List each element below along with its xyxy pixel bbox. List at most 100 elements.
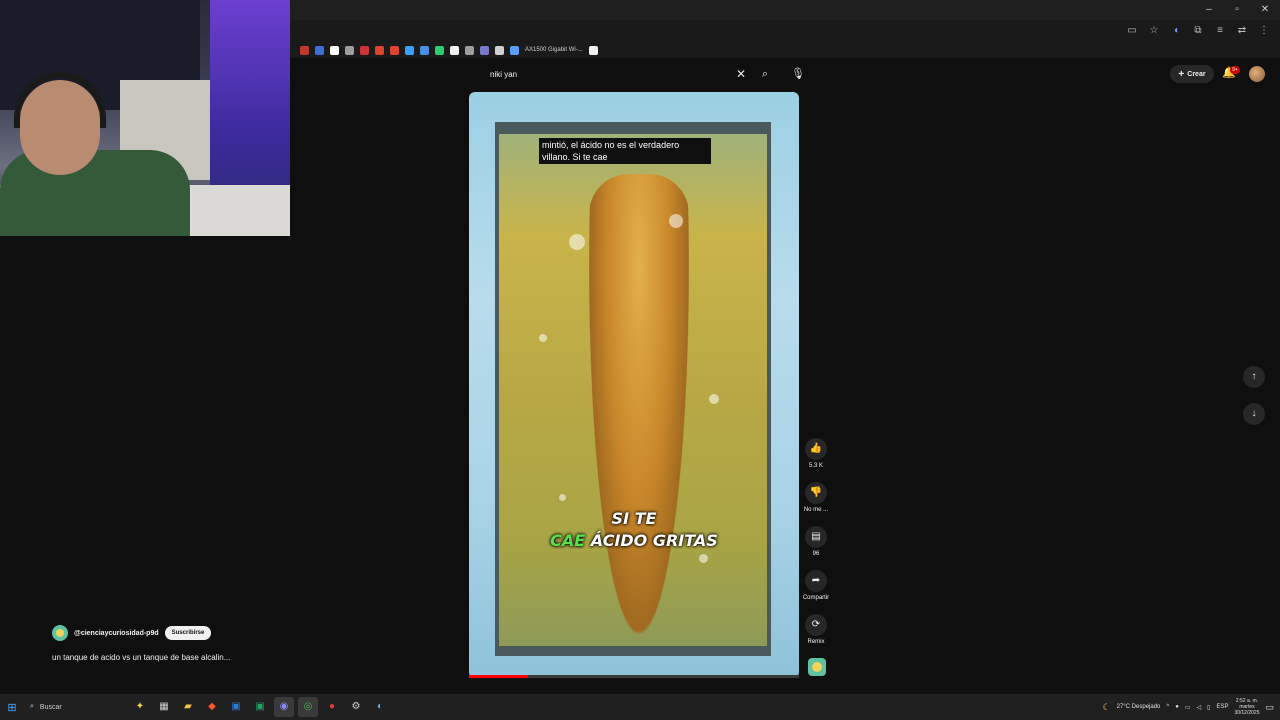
chrome-icon[interactable]: ◎: [298, 697, 318, 717]
taskbar-search-icon: ⌕: [30, 703, 34, 710]
tray-chevron-icon[interactable]: ^: [1166, 704, 1169, 710]
windows-start-icon[interactable]: ⊞: [0, 694, 24, 720]
video-overlay-text: SI TE CAE ÁCIDO GRITAS: [469, 508, 799, 552]
language-indicator[interactable]: ESP: [1216, 704, 1228, 710]
bookmark-favicon[interactable]: [450, 45, 459, 55]
shorts-video-player[interactable]: mintió, el ácido no es el verdadero vill…: [469, 92, 799, 678]
settings-gear-icon[interactable]: ⚙: [346, 697, 366, 717]
bookmark-favicon[interactable]: [588, 45, 598, 55]
share-label: Compartir: [802, 595, 830, 601]
video-bubble: [569, 234, 585, 250]
task-view-icon[interactable]: ▦: [154, 697, 174, 717]
bookmark-router-label[interactable]: AX1500 Gigabit Wi-...: [525, 47, 583, 53]
file-explorer-icon[interactable]: ▰: [178, 697, 198, 717]
battery-tray-icon[interactable]: ▯: [1207, 704, 1210, 711]
video-caption: mintió, el ácido no es el verdadero vill…: [539, 138, 711, 164]
bookmark-favicon[interactable]: [420, 45, 429, 55]
create-button[interactable]: + Crear: [1170, 65, 1214, 83]
webcam-person-body: [0, 150, 190, 236]
clear-search-icon[interactable]: ✕: [734, 67, 748, 81]
clock-date: 30/12/2025: [1234, 710, 1260, 716]
profile-sync-icon[interactable]: ⇄: [1236, 25, 1248, 37]
taskbar-search[interactable]: ⌕ Buscar: [24, 703, 128, 711]
obs-icon[interactable]: ◉: [274, 697, 294, 717]
bookmark-favicon[interactable]: [495, 45, 504, 55]
volume-tray-icon[interactable]: ◁: [1197, 704, 1202, 711]
weather-moon-icon[interactable]: ☾: [1103, 702, 1111, 713]
channel-handle[interactable]: @cienciaycuriosidad-p9d: [74, 630, 159, 637]
bookmark-favicon[interactable]: [405, 45, 414, 55]
video-skeleton-figure: [589, 174, 689, 634]
bookmark-favicon[interactable]: [465, 45, 474, 55]
system-tray: ☾ 27°C Despejado ^ ● ▭ ◁ ▯ ESP 2:52 a. m…: [1103, 694, 1280, 720]
like-action[interactable]: 👍 5.3 K: [800, 438, 832, 469]
bookmark-favicon[interactable]: [360, 45, 369, 55]
channel-avatar[interactable]: [52, 625, 68, 641]
word-icon[interactable]: ▣: [226, 697, 246, 717]
bookmarks-bar: AX1500 Gigabit Wi-...: [290, 42, 1280, 58]
notifications-badge: 9+: [1230, 66, 1240, 74]
media-control-icon[interactable]: ≡: [1214, 25, 1226, 37]
video-bubble: [539, 334, 547, 342]
bookmark-star-icon[interactable]: ☆: [1148, 25, 1160, 37]
taskbar-search-label: Buscar: [39, 703, 62, 711]
bookmark-favicon[interactable]: [315, 45, 324, 55]
video-description[interactable]: un tanque de acido vs un tanque de base …: [52, 653, 230, 662]
comments-action[interactable]: ▤ 96: [800, 526, 832, 557]
video-progress-bar[interactable]: [469, 675, 799, 678]
bookmark-favicon[interactable]: [345, 45, 354, 55]
channel-row: @cienciaycuriosidad-p9d Suscribirse: [52, 625, 212, 641]
clock[interactable]: 2:52 a. m. martes 30/12/2025: [1234, 698, 1259, 716]
bookmark-favicon[interactable]: [330, 45, 339, 55]
bookmark-favicon[interactable]: [480, 45, 489, 55]
comments-icon[interactable]: ▤: [805, 526, 827, 548]
weather-text[interactable]: 27°C Despejado: [1117, 704, 1161, 710]
channel-sound-thumbnail[interactable]: [808, 658, 826, 676]
cast-icon[interactable]: ▭: [1126, 25, 1138, 37]
subscribe-button[interactable]: Suscribirse: [164, 626, 212, 640]
extensions-icon[interactable]: ⧉: [1192, 25, 1204, 37]
share-action[interactable]: ➦ Compartir: [800, 570, 832, 601]
video-bubble: [669, 214, 683, 228]
previous-video-arrow-icon[interactable]: ↑: [1243, 366, 1265, 388]
video-acid-tank: [495, 122, 771, 656]
bookmark-favicon[interactable]: [435, 45, 444, 55]
bookmark-favicon[interactable]: [510, 45, 519, 55]
search-icon[interactable]: ⌕: [756, 65, 774, 83]
microphone-tray-icon[interactable]: ●: [1175, 704, 1179, 710]
thumbs-down-icon[interactable]: 👎: [805, 482, 827, 504]
brave-browser-icon[interactable]: ◆: [202, 697, 222, 717]
create-label: Crear: [1187, 70, 1206, 78]
screen: – ▫ ✕ ▭ ☆ ◖ ⧉ ≡ ⇄ ⋮ AX1500 Gigabit Wi-..…: [0, 0, 1280, 720]
thumbs-up-icon[interactable]: 👍: [805, 438, 827, 460]
microphone-icon[interactable]: 🎙: [789, 65, 807, 83]
window-titlebar: – ▫ ✕: [290, 0, 1280, 20]
dislike-label: No me ...: [803, 507, 829, 513]
next-video-arrow-icon[interactable]: ↓: [1243, 403, 1265, 425]
share-icon[interactable]: ➦: [805, 570, 827, 592]
copilot-icon[interactable]: ✦: [130, 697, 150, 717]
minimize-button[interactable]: –: [1202, 4, 1216, 16]
close-window-button[interactable]: ✕: [1258, 4, 1272, 16]
remix-icon[interactable]: ⟳: [805, 614, 827, 636]
video-bubble: [709, 394, 719, 404]
plus-icon: +: [1178, 68, 1185, 80]
bookmark-favicon[interactable]: [390, 45, 399, 55]
maximize-button[interactable]: ▫: [1230, 4, 1244, 16]
webcam-overlay: [0, 0, 290, 236]
video-bubble: [559, 494, 566, 501]
bookmark-favicon[interactable]: [300, 45, 309, 55]
extension-audio-icon[interactable]: ◖: [1170, 25, 1182, 37]
excel-icon[interactable]: ▣: [250, 697, 270, 717]
dislike-action[interactable]: 👎 No me ...: [800, 482, 832, 513]
recorder-icon[interactable]: ●: [322, 697, 342, 717]
account-avatar[interactable]: [1249, 66, 1265, 82]
bookmark-favicon[interactable]: [375, 45, 384, 55]
remix-action[interactable]: ⟳ Remix: [800, 614, 832, 645]
browser-menu-icon[interactable]: ⋮: [1258, 25, 1270, 37]
network-tray-icon[interactable]: ▭: [1185, 704, 1191, 711]
steam-icon[interactable]: ◐: [370, 697, 390, 717]
notification-center-icon[interactable]: ▭: [1265, 702, 1274, 713]
overlay-line-2-rest: ÁCIDO GRITAS: [585, 531, 718, 550]
video-bubble: [699, 554, 708, 563]
